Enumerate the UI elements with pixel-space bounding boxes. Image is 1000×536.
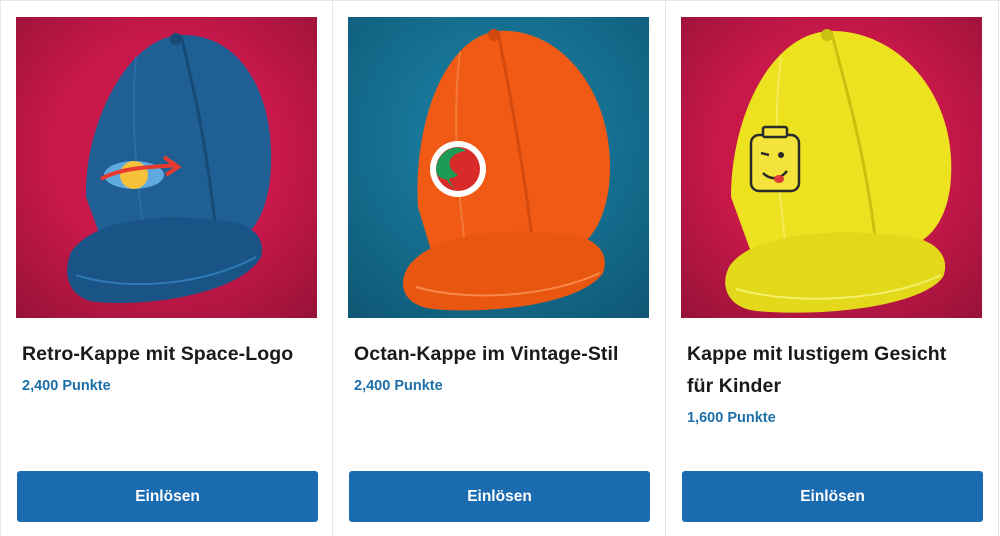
product-card: Retro-Kappe mit Space-Logo 2,400 Punkte … <box>0 1 333 536</box>
product-points: 2,400 Punkte <box>354 378 443 394</box>
product-card: Kappe mit lustigem Gesicht für Kinder 1,… <box>666 1 999 536</box>
product-points: 1,600 Punkte <box>687 410 776 426</box>
product-card: Octan-Kappe im Vintage-Stil 2,400 Punkte… <box>333 1 666 536</box>
redeem-button[interactable]: Einlösen <box>17 471 318 522</box>
product-image-octan-cap[interactable] <box>348 17 649 318</box>
redeem-button[interactable]: Einlösen <box>682 471 983 522</box>
product-title[interactable]: Retro-Kappe mit Space-Logo <box>22 338 312 370</box>
redeem-button[interactable]: Einlösen <box>349 471 650 522</box>
product-grid: Retro-Kappe mit Space-Logo 2,400 Punkte … <box>0 0 1000 536</box>
product-image-funny-face-cap[interactable] <box>681 17 982 318</box>
product-title[interactable]: Octan-Kappe im Vintage-Stil <box>354 338 644 370</box>
product-points: 2,400 Punkte <box>22 378 111 394</box>
product-image-retro-space-cap[interactable] <box>16 17 317 318</box>
product-title[interactable]: Kappe mit lustigem Gesicht für Kinder <box>687 338 977 402</box>
